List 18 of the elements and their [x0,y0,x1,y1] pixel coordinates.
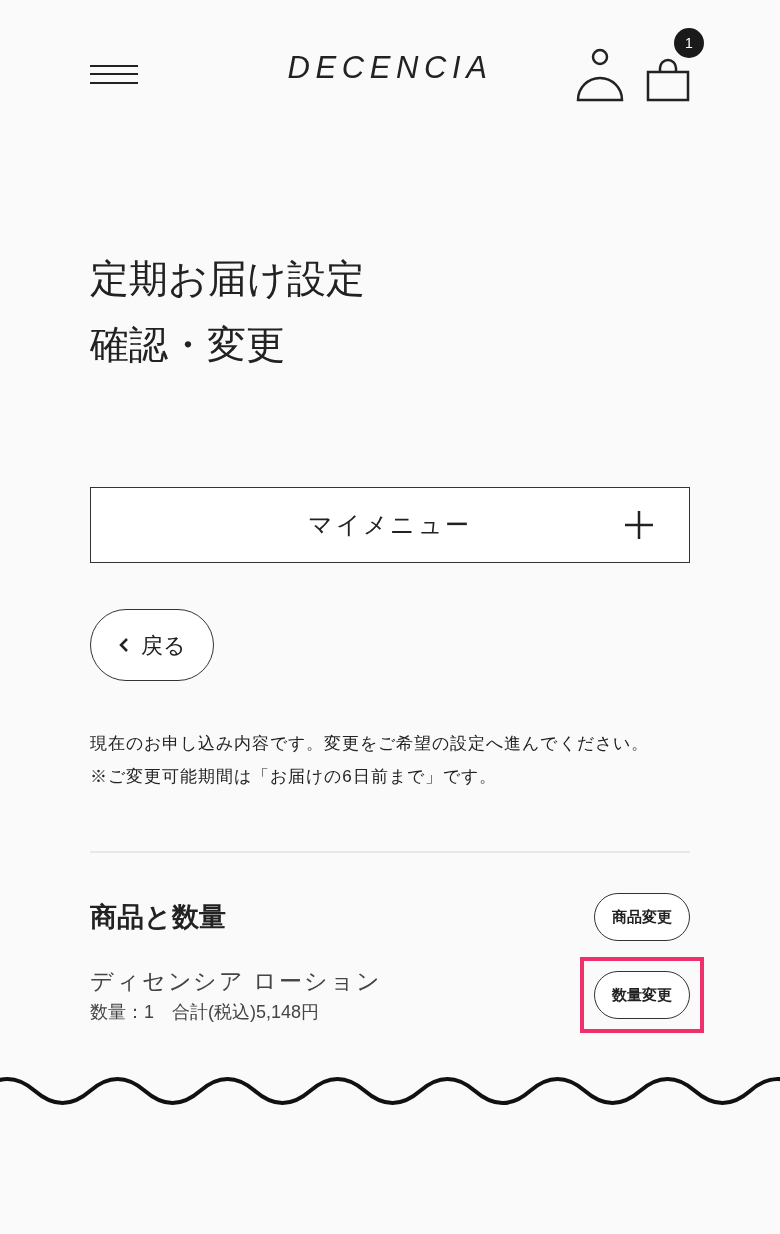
page-title: 定期お届け設定 [90,256,366,302]
notice-text: 現在のお申し込み内容です。変更をご希望の設定へ進んでください。 [90,733,650,755]
plus-icon [625,511,653,539]
chevron-left-icon [118,637,129,653]
notice-text: ※ご変更可能期間は「お届けの6日前まで」です。 [90,766,498,788]
logo[interactable]: DECENCIA [287,52,493,83]
user-icon[interactable] [576,48,624,102]
shopping-bag-icon[interactable] [646,58,690,102]
product-detail: 数量：1 合計(税込)5,148円 [90,1000,321,1024]
section-title: 商品と数量 [90,900,226,934]
change-button[interactable]: 商品変更 [594,893,690,941]
change-button[interactable]: 数量変更 [594,971,690,1019]
product-name: ディセンシア ローション [90,967,382,997]
cart-count-badge: 1 [674,28,704,58]
menu-icon[interactable] [90,64,138,86]
page-title: 確認・変更 [90,322,286,368]
back-button[interactable]: 戻る [90,609,214,681]
my-menu-accordion[interactable]: マイメニュー [90,487,690,563]
